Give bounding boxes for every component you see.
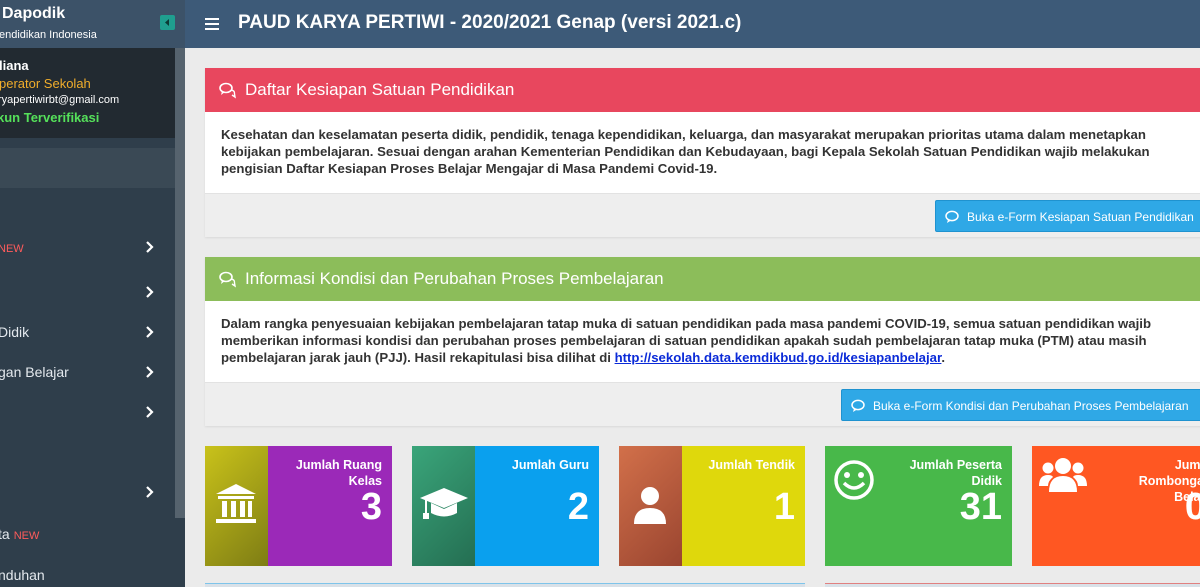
stat-value: 0 — [1184, 486, 1200, 528]
new-badge: NEW — [0, 243, 24, 255]
chevron-right-icon — [146, 285, 154, 299]
stat-label: Juml — [1174, 458, 1200, 472]
description-end: . — [941, 350, 946, 365]
panel-title: Daftar Kesiapan Satuan Pendidikan — [245, 80, 515, 99]
stat-ruang-kelas[interactable]: Jumlah Ruang Kelas 3 — [205, 446, 392, 566]
chevron-right-icon — [146, 405, 154, 419]
sidebar-item-label: ta — [0, 526, 10, 542]
comments-icon — [219, 81, 237, 99]
sidebar: Dapodik endidikan Indonesia liana perato… — [0, 0, 185, 587]
user-role: perator Sekolah — [0, 76, 91, 91]
open-kesiapan-form-button[interactable]: Buka e-Form Kesiapan Satuan Pendidikan — [935, 200, 1200, 232]
chevron-right-icon — [146, 325, 154, 339]
sidebar-scrollbar[interactable] — [175, 48, 185, 518]
sidebar-item-6[interactable] — [0, 473, 175, 513]
stat-rombongan-belajar[interactable]: JumlRombongaBelaj 0 — [1032, 446, 1200, 566]
stat-tendik[interactable]: Jumlah Tendik 1 — [619, 446, 805, 566]
user-panel: liana perator Sekolah ryapertiwirbt@gmai… — [0, 48, 175, 138]
kesiapan-panel: Daftar Kesiapan Satuan Pendidikan Keseha… — [205, 68, 1200, 237]
rekapitulasi-link[interactable]: http://sekolah.data.kemdikbud.go.id/kesi… — [615, 350, 942, 365]
comment-icon — [945, 210, 959, 224]
panel-header: Daftar Kesiapan Satuan Pendidikan — [205, 68, 1200, 112]
stat-guru[interactable]: Jumlah Guru 2 — [412, 446, 599, 566]
stat-label: Jumlah Tendik — [708, 458, 795, 472]
sidebar-item-label: nduhan — [0, 567, 45, 583]
comment-icon — [851, 399, 865, 413]
stat-label: Jumlah Guru — [511, 458, 589, 472]
sidebar-item-unduhan[interactable]: nduhan — [0, 556, 175, 587]
sidebar-brand[interactable]: Dapodik endidikan Indonesia — [0, 0, 185, 48]
panel-description: Dalam rangka penyesuaian kebijakan pembe… — [221, 315, 1196, 366]
users-icon — [1039, 458, 1087, 492]
button-label: Buka e-Form Kondisi dan Perubahan Proses… — [873, 399, 1189, 413]
graduation-cap-icon — [420, 488, 468, 519]
panel-footer: Buka e-Form Kesiapan Satuan Pendidikan — [205, 193, 1200, 237]
brand-subtitle: endidikan Indonesia — [0, 29, 97, 41]
chevron-right-icon — [146, 485, 154, 499]
chevron-right-icon — [146, 240, 154, 254]
panel-description: Kesehatan dan keselamatan peserta didik,… — [221, 127, 1150, 176]
brand-title: Dapodik — [2, 5, 66, 22]
sidebar-item-label: Didik — [0, 324, 30, 340]
comments-icon — [219, 270, 237, 288]
stat-label: Jumlah Peserta — [909, 458, 1002, 472]
smile-icon — [834, 460, 874, 500]
stat-value: 3 — [360, 486, 382, 528]
page-title: PAUD KARYA PERTIWI - 2020/2021 Genap (ve… — [238, 12, 742, 33]
panel-footer: Buka e-Form Kondisi dan Perubahan Proses… — [205, 382, 1200, 426]
panel-title: Informasi Kondisi dan Perubahan Proses P… — [245, 269, 664, 288]
sidebar-item-active[interactable] — [0, 148, 175, 188]
next-panel-edge — [205, 583, 805, 587]
stat-value: 31 — [959, 486, 1002, 528]
user-icon — [634, 487, 666, 524]
user-email: ryapertiwirbt@gmail.com — [0, 94, 120, 106]
stat-label: Jumlah Ruang — [295, 458, 382, 472]
sidebar-item-5[interactable] — [0, 393, 175, 433]
button-label: Buka e-Form Kesiapan Satuan Pendidikan — [967, 210, 1194, 224]
user-name: liana — [0, 58, 29, 73]
next-panel-edge — [825, 583, 1200, 587]
sidebar-item-7[interactable]: taNEW — [0, 515, 175, 555]
sidebar-item-2[interactable] — [0, 273, 175, 313]
sidebar-collapse-icon[interactable] — [160, 15, 175, 30]
account-status: kun Terverifikasi — [0, 110, 100, 125]
chevron-right-icon — [146, 365, 154, 379]
new-badge: NEW — [13, 530, 40, 542]
sidebar-item-label: gan Belajar — [0, 364, 69, 380]
stat-value: 2 — [567, 486, 589, 528]
sidebar-item-1[interactable]: NEW — [0, 228, 175, 268]
menu-icon[interactable] — [205, 17, 219, 31]
open-kondisi-form-button[interactable]: Buka e-Form Kondisi dan Perubahan Proses… — [841, 389, 1200, 421]
sidebar-item-peserta-didik[interactable]: Didik — [0, 313, 175, 353]
sidebar-item-ruangan-belajar[interactable]: gan Belajar — [0, 353, 175, 393]
kondisi-panel: Informasi Kondisi dan Perubahan Proses P… — [205, 257, 1200, 426]
stat-value: 1 — [773, 486, 795, 528]
stat-peserta-didik[interactable]: Jumlah Peserta Didik 31 — [825, 446, 1012, 566]
building-icon — [216, 484, 256, 523]
panel-header: Informasi Kondisi dan Perubahan Proses P… — [205, 257, 1200, 301]
topbar: PAUD KARYA PERTIWI - 2020/2021 Genap (ve… — [185, 0, 1200, 48]
